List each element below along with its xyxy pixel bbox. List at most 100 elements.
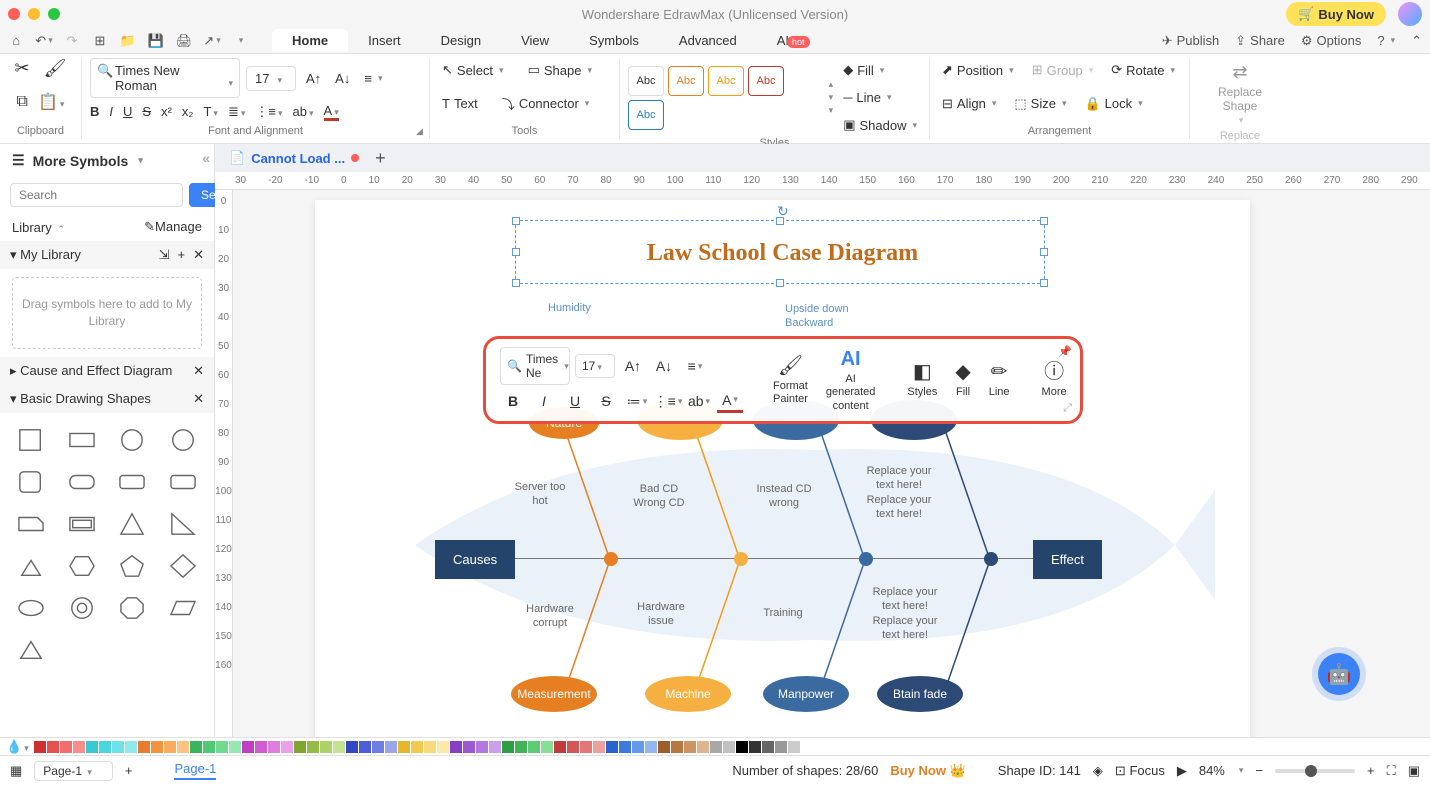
color-swatch[interactable] bbox=[177, 741, 189, 753]
chat-assistant-fab[interactable]: 🤖 bbox=[1318, 653, 1360, 695]
ft-decrease-font[interactable]: A↓ bbox=[651, 354, 677, 378]
color-swatch[interactable] bbox=[138, 741, 150, 753]
page-selector[interactable]: Page-1 ▾ bbox=[34, 761, 113, 781]
styles-expand[interactable]: ▾ bbox=[829, 105, 834, 116]
fullscreen-icon[interactable]: ⛶ bbox=[1387, 763, 1396, 779]
color-swatch[interactable] bbox=[346, 741, 358, 753]
undo-icon[interactable]: ↶▾ bbox=[36, 33, 52, 49]
cut-icon[interactable]: ✂ bbox=[15, 58, 30, 79]
shape-rounded-rect3[interactable] bbox=[162, 465, 205, 499]
symbol-search-input[interactable] bbox=[10, 183, 183, 207]
color-swatch[interactable] bbox=[736, 741, 748, 753]
color-swatch[interactable] bbox=[658, 741, 670, 753]
increase-font-icon[interactable]: A↑ bbox=[302, 67, 325, 90]
basic-shapes-close-icon[interactable]: ✕ bbox=[193, 391, 204, 407]
tab-ai[interactable]: AIhot bbox=[757, 29, 830, 52]
tab-design[interactable]: Design bbox=[421, 29, 501, 52]
superscript-icon[interactable]: x² bbox=[161, 104, 172, 119]
color-swatch[interactable] bbox=[671, 741, 683, 753]
color-swatch[interactable] bbox=[164, 741, 176, 753]
effect-box[interactable]: Effect bbox=[1033, 540, 1102, 579]
shape-tri-small[interactable] bbox=[10, 549, 53, 583]
color-swatch[interactable] bbox=[294, 741, 306, 753]
home-icon[interactable]: ⌂ bbox=[8, 33, 24, 49]
page-tab[interactable]: Page-1 bbox=[174, 761, 216, 780]
color-swatch[interactable] bbox=[567, 741, 579, 753]
style-preset-1[interactable]: Abc bbox=[628, 66, 664, 96]
tab-home[interactable]: Home bbox=[272, 29, 348, 52]
oval-manpower[interactable]: Manpower bbox=[763, 676, 849, 712]
tab-view[interactable]: View bbox=[501, 29, 569, 52]
shape-parallelogram[interactable] bbox=[162, 591, 205, 625]
window-close[interactable] bbox=[8, 8, 20, 20]
color-swatch[interactable] bbox=[268, 741, 280, 753]
shape-tri-iso[interactable] bbox=[111, 507, 154, 541]
shape-tri-up[interactable] bbox=[10, 633, 53, 667]
color-swatch[interactable] bbox=[515, 741, 527, 753]
text-instead-cd[interactable]: Instead CD wrong bbox=[749, 482, 819, 511]
color-swatch[interactable] bbox=[476, 741, 488, 753]
add-page-icon[interactable]: + bbox=[125, 763, 133, 778]
label-humidity[interactable]: Humidity bbox=[548, 302, 591, 314]
save-icon[interactable]: 💾 bbox=[148, 33, 164, 49]
oval-machine[interactable]: Machine bbox=[645, 676, 731, 712]
sel-handle-mr[interactable] bbox=[1040, 248, 1048, 256]
tab-symbols[interactable]: Symbols bbox=[569, 29, 659, 52]
ft-format-painter[interactable]: 🖌Format Painter bbox=[767, 352, 814, 408]
styles-scroll-up[interactable]: ▴ bbox=[829, 79, 834, 90]
color-swatch[interactable] bbox=[541, 741, 553, 753]
shape-frame[interactable] bbox=[61, 507, 104, 541]
text-tool[interactable]: TText bbox=[438, 92, 482, 115]
my-library-add-icon[interactable]: + bbox=[178, 247, 186, 263]
color-swatch[interactable] bbox=[333, 741, 345, 753]
options-button[interactable]: ⚙Options bbox=[1301, 33, 1361, 49]
shape-pentagon[interactable] bbox=[111, 549, 154, 583]
zoom-thumb[interactable] bbox=[1305, 765, 1317, 777]
new-icon[interactable]: ⊞ bbox=[92, 33, 108, 49]
open-icon[interactable]: 📁 bbox=[120, 33, 136, 49]
export-icon[interactable]: ↗▾ bbox=[204, 33, 220, 49]
color-swatch[interactable] bbox=[242, 741, 254, 753]
color-swatch[interactable] bbox=[60, 741, 72, 753]
my-library-close-icon[interactable]: ✕ bbox=[193, 247, 204, 263]
color-swatch[interactable] bbox=[645, 741, 657, 753]
zoom-slider[interactable] bbox=[1275, 769, 1355, 773]
ft-increase-font[interactable]: A↑ bbox=[620, 354, 646, 378]
ft-strike[interactable]: S bbox=[593, 389, 619, 413]
ft-font-select[interactable]: 🔍Times Ne▾ bbox=[500, 347, 570, 385]
rotate-menu[interactable]: ⟳Rotate▾ bbox=[1107, 58, 1179, 82]
color-swatch[interactable] bbox=[216, 741, 228, 753]
bold-icon[interactable]: B bbox=[90, 104, 99, 119]
shape-snip[interactable] bbox=[10, 507, 53, 541]
shape-rounded-rect[interactable] bbox=[61, 465, 104, 499]
ft-size-select[interactable]: 17▾ bbox=[575, 354, 615, 378]
sel-handle-tl[interactable] bbox=[512, 217, 520, 225]
ft-numbered[interactable]: ≔▾ bbox=[624, 389, 650, 413]
focus-button[interactable]: ⊡ Focus bbox=[1115, 763, 1165, 779]
ft-align[interactable]: ≡▾ bbox=[682, 354, 708, 378]
color-swatch[interactable] bbox=[307, 741, 319, 753]
my-library-export-icon[interactable]: ⇲ bbox=[159, 247, 170, 263]
text-case-icon[interactable]: T▾ bbox=[203, 104, 217, 119]
styles-scroll-down[interactable]: ▾ bbox=[829, 92, 834, 103]
help-icon[interactable]: ?▾ bbox=[1377, 33, 1395, 48]
ft-fill[interactable]: ◆Fill bbox=[949, 358, 976, 401]
color-swatch[interactable] bbox=[437, 741, 449, 753]
ft-ai-content[interactable]: AIAI generated content bbox=[820, 345, 882, 415]
color-swatch[interactable] bbox=[801, 741, 813, 753]
sel-handle-br[interactable] bbox=[1040, 279, 1048, 287]
decrease-font-icon[interactable]: A↓ bbox=[331, 67, 354, 90]
page-layout-icon[interactable]: ▦ bbox=[10, 763, 22, 779]
color-swatch[interactable] bbox=[47, 741, 59, 753]
color-swatch[interactable] bbox=[203, 741, 215, 753]
sel-handle-tr[interactable] bbox=[1040, 217, 1048, 225]
layers-icon[interactable]: ◈ bbox=[1093, 763, 1103, 779]
shape-ellipse[interactable] bbox=[10, 591, 53, 625]
text-replace1[interactable]: Replace your text here! Replace your tex… bbox=[859, 464, 939, 521]
shape-circle2[interactable] bbox=[162, 423, 205, 457]
color-swatch[interactable] bbox=[398, 741, 410, 753]
document-tab[interactable]: 📄 Cannot Load ... bbox=[221, 148, 367, 168]
color-swatch[interactable] bbox=[73, 741, 85, 753]
shape-donut[interactable] bbox=[61, 591, 104, 625]
zoom-out-icon[interactable]: − bbox=[1255, 763, 1263, 778]
